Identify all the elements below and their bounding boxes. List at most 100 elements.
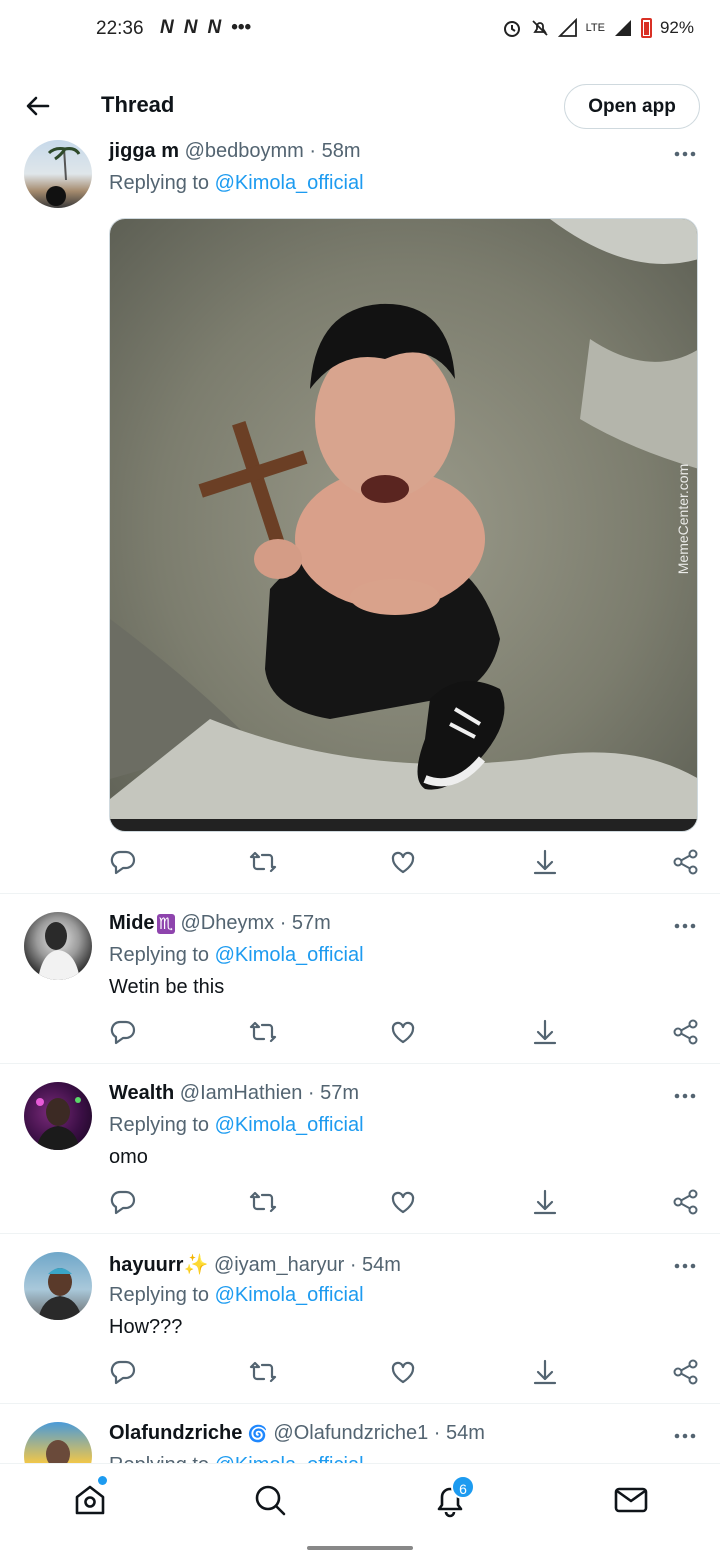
tweet[interactable]: Olafundzriche 🌀 @Olafundzriche1 · 54m Re… <box>0 1404 720 1463</box>
zodiac-emoji: ♏ <box>156 914 175 934</box>
tweet-header: Wealth @IamHathien · 57m <box>109 1082 359 1105</box>
share-icon[interactable] <box>672 1188 700 1216</box>
handle[interactable]: @Dheymx <box>180 912 274 934</box>
bottom-nav: 6 <box>0 1463 720 1537</box>
avatar[interactable] <box>24 912 92 980</box>
mention-link[interactable]: @Kimola_official <box>215 944 364 966</box>
reply-icon[interactable] <box>109 1358 137 1386</box>
verified-emoji: 🌀 <box>247 1426 268 1443</box>
replying-to: Replying to @Kimola_official <box>109 1114 364 1137</box>
avatar-image <box>36 1097 81 1150</box>
avatar[interactable] <box>24 1252 92 1320</box>
replying-to: Replying to @Kimola_official <box>109 172 364 195</box>
tweet-text: omo <box>109 1146 148 1168</box>
avatar[interactable] <box>24 140 92 208</box>
notification-badge: 6 <box>451 1475 475 1499</box>
share-icon[interactable] <box>672 1018 700 1046</box>
download-icon[interactable] <box>531 1358 559 1386</box>
status-notification-icons: N N N ••• <box>160 17 251 39</box>
avatar[interactable] <box>24 1082 92 1150</box>
open-app-button[interactable]: Open app <box>564 84 700 129</box>
tweet[interactable]: hayuurr✨ @iyam_haryur · 54m Replying to … <box>0 1234 720 1404</box>
network-type: LTE <box>585 22 605 34</box>
tweet-actions <box>109 1358 699 1388</box>
retweet-icon[interactable] <box>249 1018 277 1046</box>
more-icon[interactable] <box>672 144 698 164</box>
media-watermark: MemeCenter.com <box>675 464 691 574</box>
alarm-icon <box>503 21 520 37</box>
mention-link[interactable]: @Kimola_official <box>215 1284 364 1306</box>
replying-to: Replying to @Kimola_official <box>109 1284 364 1307</box>
status-bar: 22:36 N N N ••• LTE 92% <box>0 0 720 62</box>
reply-icon[interactable] <box>109 1188 137 1216</box>
mention-link[interactable]: @Kimola_official <box>215 1114 364 1136</box>
tweet-actions <box>109 1188 699 1218</box>
search-icon[interactable] <box>252 1482 288 1518</box>
mention-link[interactable]: @Kimola_official <box>215 172 364 194</box>
tweet-header: hayuurr✨ @iyam_haryur · 54m <box>109 1252 401 1277</box>
more-icon[interactable] <box>672 916 698 936</box>
reply-icon[interactable] <box>109 848 137 876</box>
more-icon[interactable] <box>672 1086 698 1106</box>
replying-label: Replying to <box>109 944 210 966</box>
display-name[interactable]: Olafundzriche <box>109 1422 242 1444</box>
like-icon[interactable] <box>389 1188 417 1216</box>
more-icon[interactable] <box>672 1426 698 1446</box>
sparkles-emoji: ✨ <box>183 1254 209 1276</box>
handle[interactable]: @iyam_haryur <box>214 1254 344 1276</box>
display-name[interactable]: jigga m <box>109 140 179 162</box>
more-icon[interactable] <box>672 1256 698 1276</box>
signal-icon <box>614 20 631 36</box>
timestamp: · 54m <box>349 1254 401 1276</box>
display-name[interactable]: hayuurr <box>109 1254 183 1276</box>
notification-icon: N <box>160 17 174 38</box>
download-icon[interactable] <box>531 848 559 876</box>
avatar-image <box>38 1268 82 1320</box>
tweet-header: Mide ♏ @Dheymx · 57m <box>109 912 331 935</box>
timestamp: · 54m <box>433 1422 485 1444</box>
download-icon[interactable] <box>531 1188 559 1216</box>
tweet-actions <box>109 1018 699 1048</box>
avatar-image <box>46 1440 70 1463</box>
tweet-media[interactable]: MemeCenter.com <box>109 218 698 832</box>
replying-label: Replying to <box>109 1284 210 1306</box>
status-time: 22:36 <box>96 18 144 39</box>
mention-link[interactable]: @Kimola_official <box>215 1454 364 1463</box>
tweet[interactable]: jigga m @bedboymm · 58m Replying to @Kim… <box>0 138 720 894</box>
retweet-icon[interactable] <box>249 848 277 876</box>
timestamp: · 58m <box>309 140 361 162</box>
tweet-header: Olafundzriche 🌀 @Olafundzriche1 · 54m <box>109 1422 485 1445</box>
replying-label: Replying to <box>109 1114 210 1136</box>
notification-icon: N <box>183 17 198 38</box>
tweet[interactable]: Wealth @IamHathien · 57m Replying to @Ki… <box>0 1064 720 1234</box>
replying-to: Replying to @Kimola_official <box>109 944 364 967</box>
retweet-icon[interactable] <box>249 1358 277 1386</box>
home-indicator[interactable] <box>307 1546 413 1550</box>
share-icon[interactable] <box>672 848 700 876</box>
mute-icon <box>531 20 548 36</box>
like-icon[interactable] <box>389 1018 417 1046</box>
replying-label: Replying to <box>109 1454 209 1463</box>
messages-icon[interactable] <box>613 1482 649 1518</box>
home-icon[interactable] <box>72 1482 108 1518</box>
retweet-icon[interactable] <box>249 1188 277 1216</box>
back-arrow-icon[interactable] <box>22 90 54 122</box>
timestamp: · 57m <box>307 1082 360 1104</box>
avatar[interactable] <box>24 1422 92 1463</box>
like-icon[interactable] <box>389 848 417 876</box>
download-icon[interactable] <box>531 1018 559 1046</box>
tweet[interactable]: Mide ♏ @Dheymx · 57m Replying to @Kimola_… <box>0 894 720 1064</box>
handle[interactable]: @Olafundzriche1 <box>273 1422 428 1444</box>
handle[interactable]: @IamHathien <box>180 1082 303 1104</box>
display-name[interactable]: Wealth <box>109 1082 174 1104</box>
home-unread-dot <box>98 1476 107 1485</box>
share-icon[interactable] <box>672 1358 700 1386</box>
tweet-header: jigga m @bedboymm · 58m <box>109 140 361 163</box>
tweet-actions <box>109 848 699 878</box>
avatar-image <box>38 922 80 980</box>
reply-icon[interactable] <box>109 1018 137 1046</box>
handle[interactable]: @bedboymm <box>185 140 304 162</box>
display-name[interactable]: Mide <box>109 912 155 934</box>
replying-to: Replying to @Kimola_official <box>109 1454 364 1463</box>
like-icon[interactable] <box>389 1358 417 1386</box>
